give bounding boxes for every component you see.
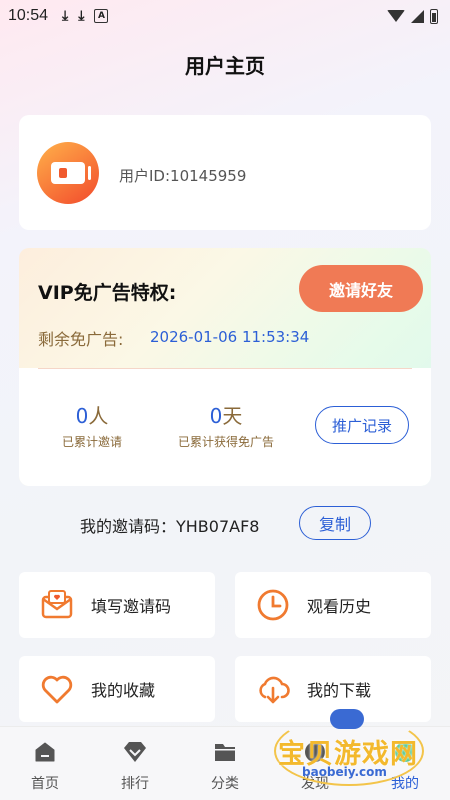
stat-days-label: 已累计获得免广告 bbox=[177, 435, 274, 449]
stat-invited: 0人 已累计邀请 bbox=[47, 400, 137, 450]
battery-icon bbox=[430, 8, 438, 24]
copy-button[interactable]: 复制 bbox=[299, 506, 371, 540]
page-title: 用户主页 bbox=[185, 54, 265, 78]
stat-days-unit: 天 bbox=[222, 404, 243, 428]
tab-label: 首页 bbox=[31, 776, 59, 792]
diamond-icon bbox=[122, 739, 148, 765]
vip-title: VIP免广告特权: bbox=[38, 282, 177, 304]
stat-invited-unit: 人 bbox=[88, 404, 109, 428]
watermark: 宝贝游戏网 baobeiy.com bbox=[268, 706, 438, 790]
download-icon: ⤓ bbox=[62, 8, 69, 24]
tile-label: 填写邀请码 bbox=[91, 597, 172, 616]
clock-icon bbox=[255, 587, 291, 623]
avatar[interactable] bbox=[37, 142, 99, 204]
invite-friends-button[interactable]: 邀请好友 bbox=[299, 265, 423, 312]
tile-enter-invite-code[interactable]: 填写邀请码 bbox=[19, 572, 215, 638]
heart-icon bbox=[39, 671, 75, 707]
invite-code: 我的邀请码：YHB07AF8 bbox=[80, 517, 260, 536]
app-logo-icon bbox=[51, 162, 91, 184]
signal-icon bbox=[411, 9, 424, 23]
stat-invited-value: 0 bbox=[75, 404, 89, 428]
wifi-icon bbox=[387, 10, 405, 22]
vip-card: VIP免广告特权: 邀请好友 剩余免广告: 2026-01-06 11:53:3… bbox=[19, 248, 431, 486]
promotion-records-button[interactable]: 推广记录 bbox=[315, 406, 409, 444]
status-bar: 10:54 ⤓ ⤓ A bbox=[0, 0, 450, 32]
tab-label: 排行 bbox=[121, 776, 149, 792]
stat-adfree-days: 0天 已累计获得免广告 bbox=[167, 400, 285, 450]
gamepad-icon bbox=[330, 709, 364, 729]
cloud-download-icon bbox=[255, 671, 291, 707]
envelope-heart-icon bbox=[39, 587, 75, 623]
tile-label: 观看历史 bbox=[307, 597, 372, 616]
divider bbox=[38, 368, 412, 369]
tab-label: 分类 bbox=[211, 776, 239, 792]
remaining-label: 剩余免广告: bbox=[38, 330, 124, 349]
tile-watch-history[interactable]: 观看历史 bbox=[235, 572, 431, 638]
status-time: 10:54 bbox=[8, 7, 49, 24]
stat-invited-label: 已累计邀请 bbox=[61, 435, 122, 449]
user-id: 用户ID:10145959 bbox=[119, 167, 247, 185]
tile-label: 我的收藏 bbox=[91, 681, 156, 700]
remaining-date: 2026-01-06 11:53:34 bbox=[150, 328, 310, 346]
watermark-url: baobeiy.com bbox=[302, 765, 387, 779]
tile-label: 我的下载 bbox=[307, 681, 372, 700]
home-icon bbox=[32, 739, 58, 765]
tab-home[interactable]: 首页 bbox=[0, 727, 90, 800]
a-notification-icon: A bbox=[94, 9, 109, 23]
user-card[interactable]: 用户ID:10145959 bbox=[19, 115, 431, 230]
tab-category[interactable]: 分类 bbox=[180, 727, 270, 800]
folder-icon bbox=[212, 739, 238, 765]
tab-ranking[interactable]: 排行 bbox=[90, 727, 180, 800]
tile-my-favorites[interactable]: 我的收藏 bbox=[19, 656, 215, 722]
stat-days-value: 0 bbox=[209, 404, 223, 428]
download-icon-2: ⤓ bbox=[78, 8, 85, 24]
